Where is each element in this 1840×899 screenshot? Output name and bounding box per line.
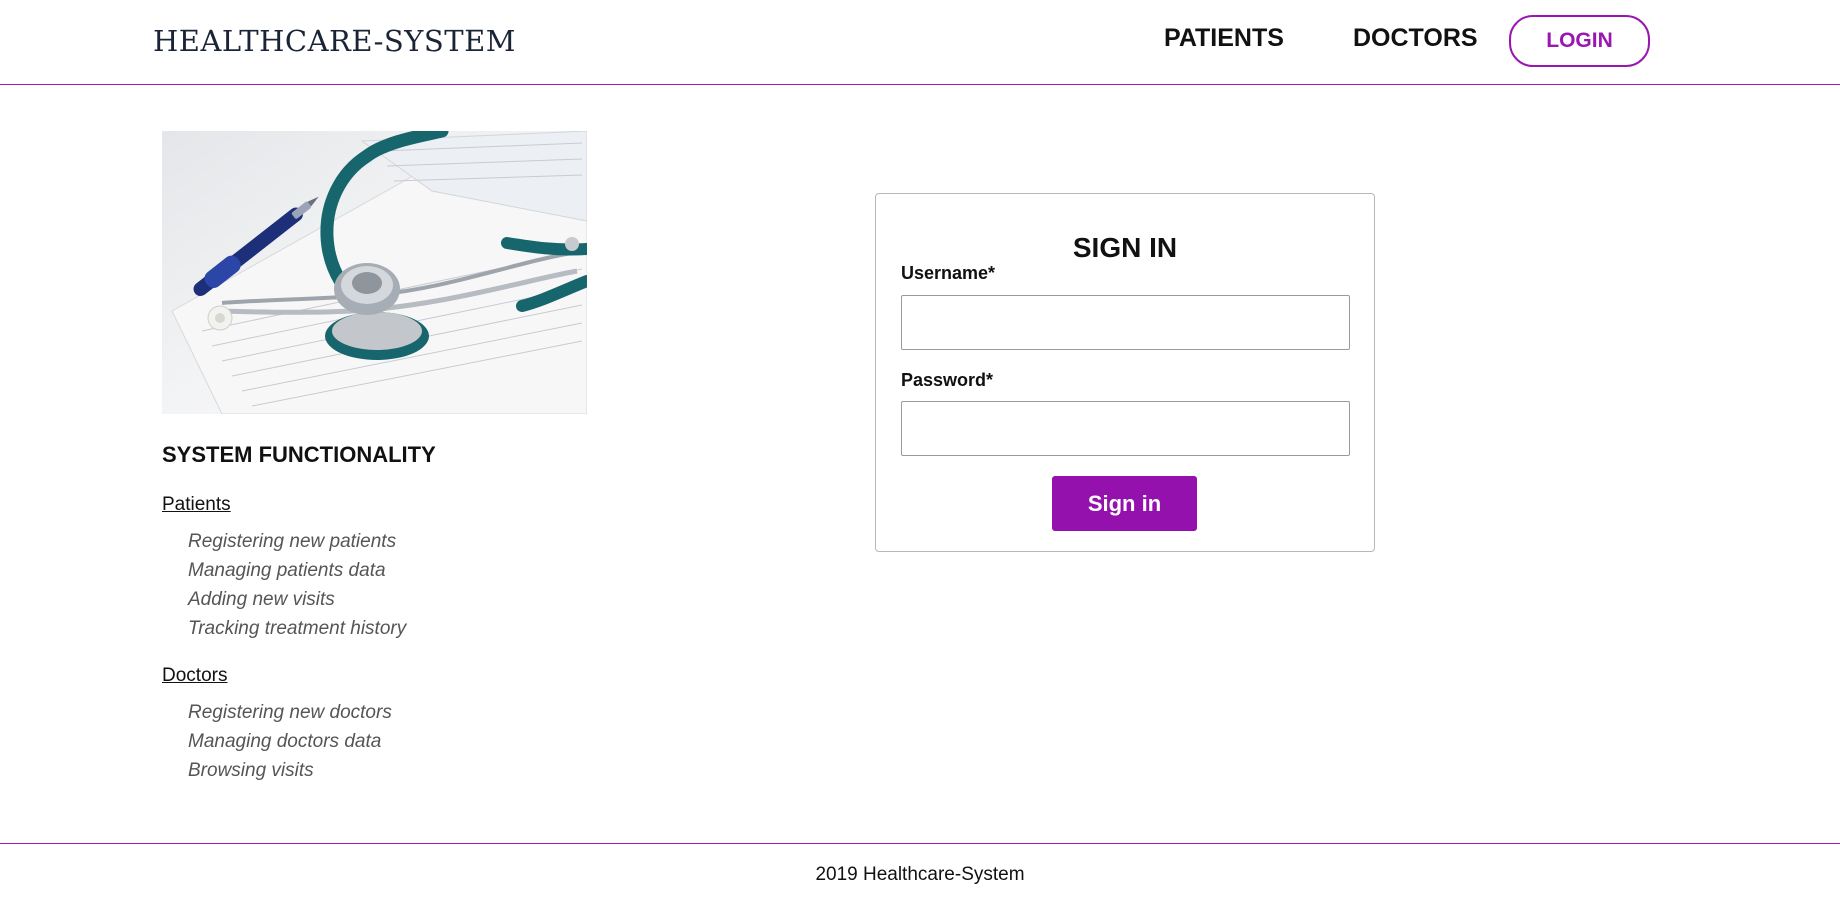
hero-illustration bbox=[162, 131, 587, 414]
signin-title: SIGN IN bbox=[1072, 232, 1178, 263]
functionality-title: SYSTEM FUNCTIONALITY bbox=[162, 442, 436, 467]
username-field[interactable] bbox=[901, 295, 1350, 350]
list-item: Registering new patients bbox=[188, 531, 397, 552]
site-logo[interactable]: HEALTHCARE-SYSTEM bbox=[153, 24, 516, 58]
nav-doctors-link[interactable]: DOCTORS bbox=[1353, 24, 1478, 53]
list-item: Tracking treatment history bbox=[188, 618, 407, 639]
password-label: Password* bbox=[901, 370, 994, 390]
doctors-section-link[interactable]: Doctors bbox=[162, 665, 227, 687]
patients-feature-list: Registering new patients Managing patien… bbox=[188, 527, 406, 643]
nav-patients-link[interactable]: PATIENTS bbox=[1164, 24, 1284, 53]
site-header: HEALTHCARE-SYSTEM PATIENTS DOCTORS LOGIN bbox=[0, 0, 1840, 85]
username-label: Username* bbox=[901, 263, 996, 283]
site-footer: 2019 Healthcare-System bbox=[0, 843, 1840, 899]
list-item: Managing patients data bbox=[188, 560, 386, 581]
footer-copyright: 2019 Healthcare-System bbox=[815, 864, 1025, 885]
patients-section-link[interactable]: Patients bbox=[162, 494, 231, 516]
signin-button[interactable]: Sign in bbox=[1052, 476, 1197, 531]
list-item: Managing doctors data bbox=[188, 731, 382, 752]
login-button[interactable]: LOGIN bbox=[1509, 15, 1650, 67]
password-field[interactable] bbox=[901, 401, 1350, 456]
signin-card: SIGN IN Username* Password* Sign in bbox=[875, 193, 1375, 552]
doctors-feature-list: Registering new doctors Managing doctors… bbox=[188, 698, 392, 785]
list-item: Registering new doctors bbox=[188, 702, 392, 723]
list-item: Adding new visits bbox=[188, 589, 335, 610]
stethoscope-image bbox=[162, 131, 587, 414]
list-item: Browsing visits bbox=[188, 760, 314, 781]
